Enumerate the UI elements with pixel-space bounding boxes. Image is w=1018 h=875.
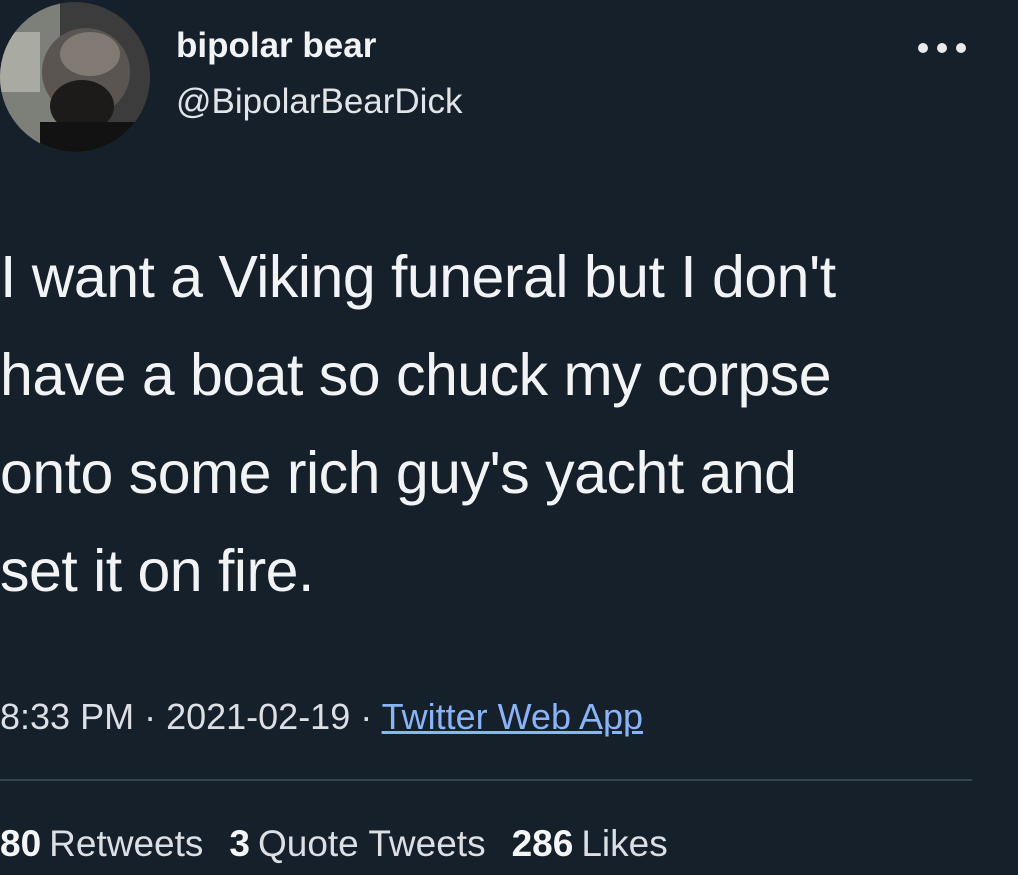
tweet-stats: 80 Retweets 3 Quote Tweets 286 Likes <box>0 821 694 867</box>
more-options-icon[interactable] <box>918 36 966 60</box>
tweet-source-link[interactable]: Twitter Web App <box>382 696 643 737</box>
retweets-stat[interactable]: 80 Retweets <box>0 823 203 864</box>
tweet-text: I want a Viking funeral but I don't have… <box>0 228 1010 620</box>
dot <box>918 43 928 53</box>
tweet-text-line: onto some rich guy's yacht and <box>0 440 797 506</box>
divider <box>0 779 972 781</box>
user-handle[interactable]: @BipolarBearDick <box>176 80 462 124</box>
tweet-date[interactable]: 2021-02-19 <box>166 696 350 737</box>
likes-stat[interactable]: 286 Likes <box>512 823 668 864</box>
retweets-label: Retweets <box>49 823 204 864</box>
meta-separator: · <box>350 696 382 737</box>
tweet-time[interactable]: 8:33 PM <box>0 696 134 737</box>
retweets-count: 80 <box>0 823 42 864</box>
dot <box>937 43 947 53</box>
quote-tweets-label: Quote Tweets <box>257 823 486 864</box>
likes-label: Likes <box>581 823 668 864</box>
avatar-image <box>0 2 150 152</box>
tweet-text-line: have a boat so chuck my corpse <box>0 342 832 408</box>
tweet-text-line: set it on fire. <box>0 538 314 604</box>
quote-tweets-stat[interactable]: 3 Quote Tweets <box>229 823 485 864</box>
tweet-text-line: I want a Viking funeral but I don't <box>0 244 836 310</box>
tweet-metadata: 8:33 PM · 2021-02-19 · Twitter Web App <box>0 694 643 740</box>
display-name[interactable]: bipolar bear <box>176 24 376 68</box>
quote-tweets-count: 3 <box>229 823 250 864</box>
dot <box>956 43 966 53</box>
likes-count: 286 <box>511 823 574 864</box>
avatar[interactable] <box>0 2 150 152</box>
meta-separator: · <box>134 696 167 737</box>
